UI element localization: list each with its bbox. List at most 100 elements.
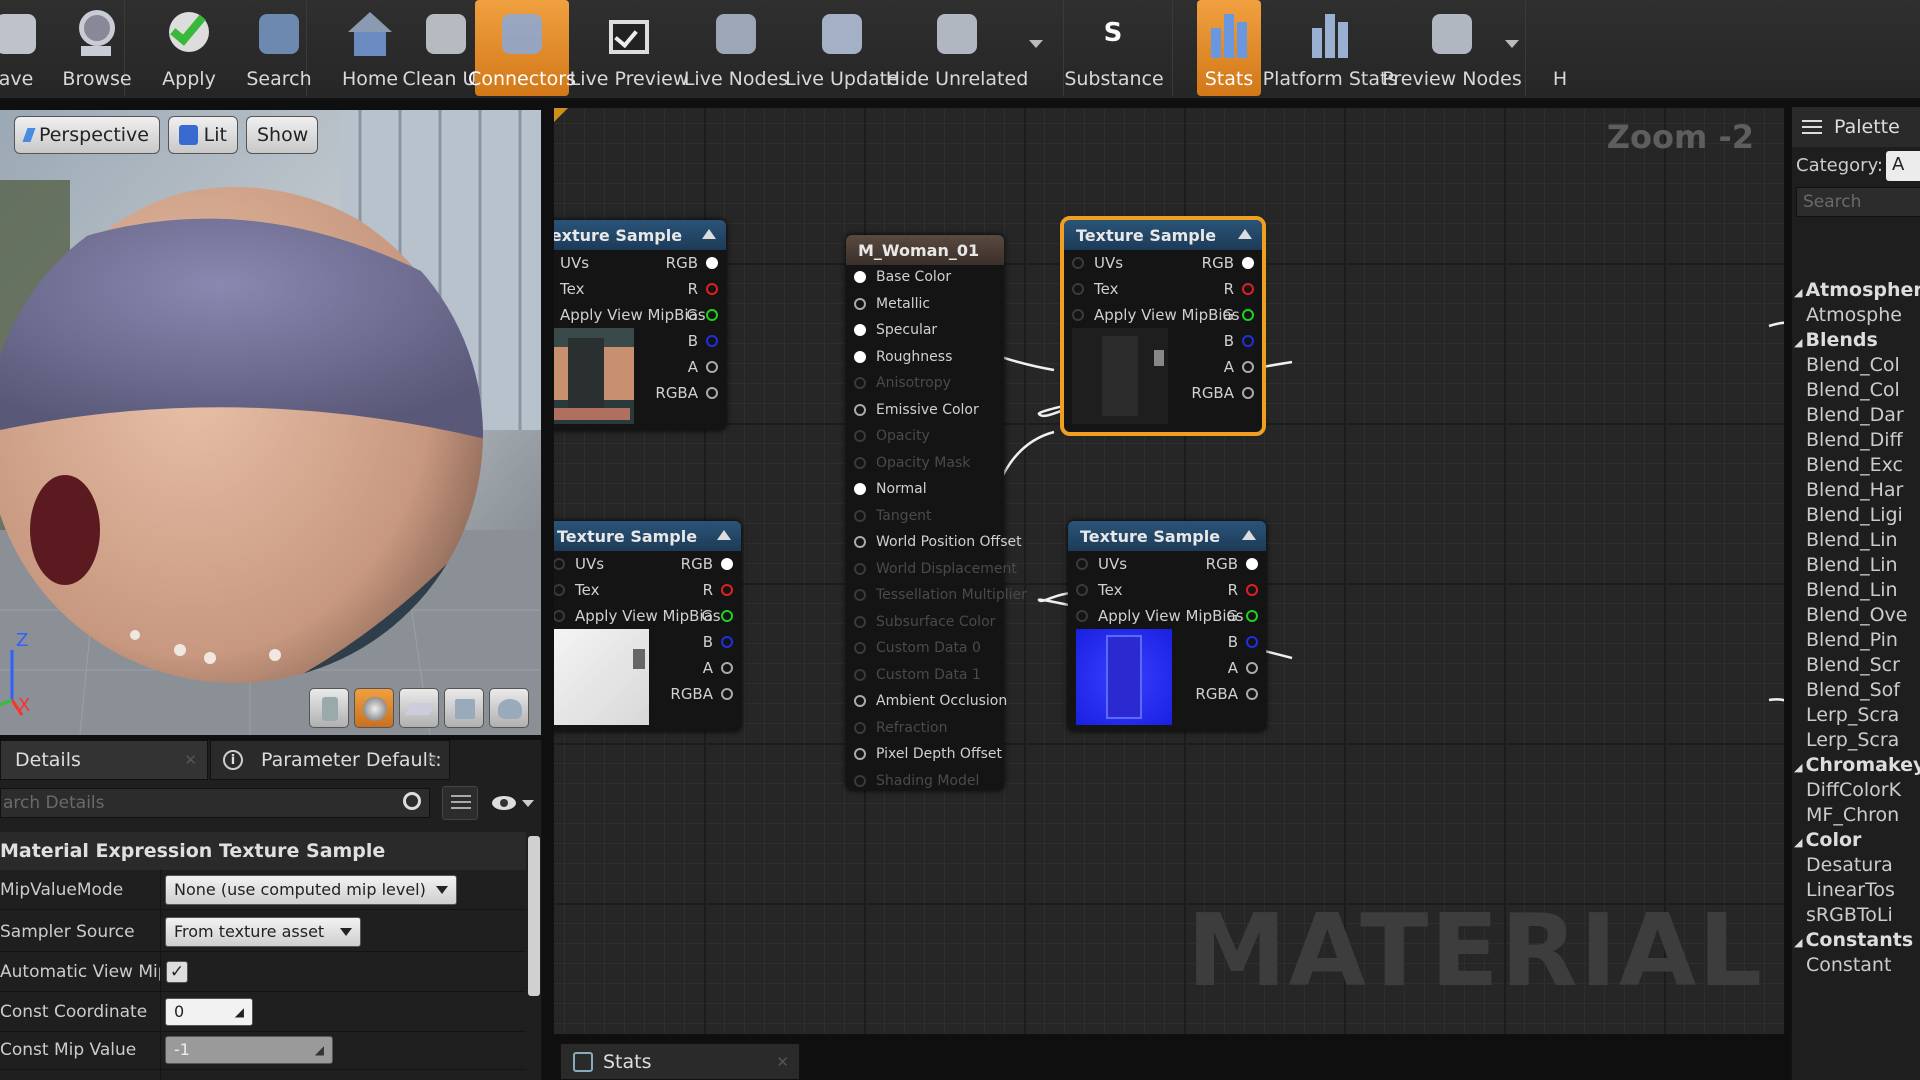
palette-item[interactable]: LinearTos xyxy=(1806,879,1895,901)
tab-details[interactable]: Details ✕ xyxy=(0,740,208,780)
output-pin[interactable]: R xyxy=(688,280,718,298)
palette-item[interactable]: Desatura xyxy=(1806,854,1893,876)
input-pin[interactable]: UVs xyxy=(554,555,604,573)
material-input-pin[interactable]: Tangent xyxy=(854,508,932,524)
material-input-pin[interactable]: Emissive Color xyxy=(854,402,979,418)
palette-item[interactable]: Blend_Pin xyxy=(1806,629,1898,651)
pin-connector-icon[interactable] xyxy=(706,309,718,321)
material-input-pin[interactable]: Normal xyxy=(854,481,927,497)
output-pin[interactable]: R xyxy=(1224,280,1254,298)
output-pin[interactable]: RGB xyxy=(681,555,733,573)
output-pin[interactable]: A xyxy=(1224,358,1254,376)
pin-connector-icon[interactable] xyxy=(706,387,718,399)
details-section-header[interactable]: Material Expression Texture Sample xyxy=(0,832,526,870)
palette-item[interactable]: Blend_Col xyxy=(1806,354,1900,376)
output-pin[interactable]: G xyxy=(1222,306,1254,324)
palette-item[interactable]: Blend_Lin xyxy=(1806,554,1898,576)
pin-connector-icon[interactable] xyxy=(1246,636,1258,648)
output-pin[interactable]: R xyxy=(703,581,733,599)
pin-connector-icon[interactable] xyxy=(854,483,866,495)
output-pin[interactable]: A xyxy=(703,659,733,677)
close-icon[interactable]: ✕ xyxy=(184,751,197,769)
preview-viewport[interactable]: Z X Perspective Lit Show xyxy=(0,110,543,735)
pin-connector-icon[interactable] xyxy=(1242,309,1254,321)
output-pin[interactable]: RGB xyxy=(666,254,718,272)
material-input-pin[interactable]: Roughness xyxy=(854,349,952,365)
pin-connector-icon[interactable] xyxy=(1242,361,1254,373)
pin-connector-icon[interactable] xyxy=(706,335,718,347)
preview-nodes-button[interactable]: Preview Nodes xyxy=(1382,0,1522,96)
collapse-arrow-icon[interactable] xyxy=(702,229,716,239)
material-input-pin[interactable]: Custom Data 1 xyxy=(854,667,981,683)
pin-connector-icon[interactable] xyxy=(854,774,866,787)
search-icon[interactable] xyxy=(403,792,421,810)
input-pin[interactable]: UVs xyxy=(1072,254,1123,272)
expand-arrow-icon[interactable]: ◢ xyxy=(1794,836,1802,849)
palette-category[interactable]: ◢ Constants xyxy=(1794,929,1913,951)
texture-sample-node[interactable]: Texture Sample UVs Tex Apply View MipBias RG… xyxy=(554,521,741,731)
output-pin[interactable]: RGBA xyxy=(655,384,718,402)
pin-connector-icon[interactable] xyxy=(854,642,866,654)
palette-item[interactable]: Lerp_Scra xyxy=(1806,704,1899,726)
material-input-pin[interactable]: Tessellation Multiplier xyxy=(854,587,1027,603)
palette-item[interactable]: Blend_Ove xyxy=(1806,604,1908,626)
input-pin[interactable]: Apply View MipBias xyxy=(1076,607,1244,625)
palette-category[interactable]: ◢ Blends xyxy=(1794,329,1878,351)
details-scrollbar[interactable] xyxy=(528,836,540,996)
pin-connector-icon[interactable] xyxy=(854,509,866,522)
output-pin[interactable]: A xyxy=(1228,659,1258,677)
pin-connector-icon[interactable] xyxy=(854,562,866,575)
pin-connector-icon[interactable] xyxy=(554,584,565,596)
output-pin[interactable]: B xyxy=(688,332,718,350)
close-icon[interactable]: ✕ xyxy=(776,1053,789,1071)
pin-connector-icon[interactable] xyxy=(721,610,733,622)
texture-sample-header[interactable]: Texture Sample xyxy=(554,521,741,551)
tab-stats[interactable]: Stats ✕ xyxy=(560,1043,800,1080)
palette-item[interactable]: Blend_Lin xyxy=(1806,529,1898,551)
expand-arrow-icon[interactable]: ◢ xyxy=(1794,336,1802,349)
live-preview-button[interactable]: Live Preview xyxy=(570,0,688,96)
pin-connector-icon[interactable] xyxy=(1072,283,1084,295)
lit-button[interactable]: Lit xyxy=(168,116,238,154)
input-pin[interactable]: Tex xyxy=(554,581,599,599)
live-nodes-button[interactable]: Live Nodes xyxy=(684,0,788,96)
preview-plane-button[interactable] xyxy=(399,688,439,728)
tab-parameter-defaults[interactable]: i Parameter Default: ✕ xyxy=(210,740,450,780)
pin-connector-icon[interactable] xyxy=(1072,257,1084,269)
output-pin[interactable]: G xyxy=(1226,607,1258,625)
pin-connector-icon[interactable] xyxy=(854,350,866,363)
texture-sample-node-selected[interactable]: Texture Sample UVs Tex Apply View MipBias RG… xyxy=(1060,216,1266,436)
output-pin[interactable]: R xyxy=(1228,581,1258,599)
substance-button[interactable]: S Substance xyxy=(1058,0,1170,96)
pin-connector-icon[interactable] xyxy=(854,456,866,469)
palette-item[interactable]: Lerp_Scra xyxy=(1806,729,1899,751)
pin-connector-icon[interactable] xyxy=(706,283,718,295)
palette-item[interactable]: Blend_Lin xyxy=(1806,579,1898,601)
preview-cylinder-button[interactable] xyxy=(309,688,349,728)
input-pin[interactable]: UVs xyxy=(1076,555,1127,573)
pin-connector-icon[interactable] xyxy=(854,589,866,601)
expand-arrow-icon[interactable]: ◢ xyxy=(1794,936,1802,949)
texture-sample-node[interactable]: Texture Sample UVs Tex Apply View MipBias RG… xyxy=(554,220,726,430)
close-icon[interactable]: ✕ xyxy=(426,751,439,769)
pin-connector-icon[interactable] xyxy=(854,748,866,760)
pin-connector-icon[interactable] xyxy=(854,324,866,336)
material-input-pin[interactable]: Ambient Occlusion xyxy=(854,693,1007,709)
hide-unrelated-button[interactable]: Hide Unrelated xyxy=(886,0,1028,96)
pin-connector-icon[interactable] xyxy=(854,721,866,734)
pin-connector-icon[interactable] xyxy=(721,662,733,674)
pin-connector-icon[interactable] xyxy=(706,257,718,269)
palette-header[interactable]: Palette xyxy=(1792,107,1920,147)
texture-sample-header[interactable]: Texture Sample xyxy=(1068,521,1266,551)
pin-connector-icon[interactable] xyxy=(854,403,866,416)
pin-connector-icon[interactable] xyxy=(1076,584,1088,596)
material-input-pin[interactable]: Opacity xyxy=(854,428,930,444)
expand-arrow-icon[interactable]: ◢ xyxy=(1794,286,1802,299)
search-button[interactable]: Search xyxy=(234,0,324,96)
material-graph-canvas[interactable]: Zoom -2 MATERIAL Texture Sample UVs Tex App… xyxy=(553,107,1785,1035)
pin-connector-icon[interactable] xyxy=(721,558,733,570)
automatic-view-mip-checkbox[interactable]: ✓ xyxy=(166,961,188,983)
texture-sample-header[interactable]: Texture Sample xyxy=(1064,220,1262,250)
texture-sample-node[interactable]: Texture Sample UVs Tex Apply View MipBias RG… xyxy=(1068,521,1266,731)
h-button[interactable]: H xyxy=(1535,0,1585,96)
